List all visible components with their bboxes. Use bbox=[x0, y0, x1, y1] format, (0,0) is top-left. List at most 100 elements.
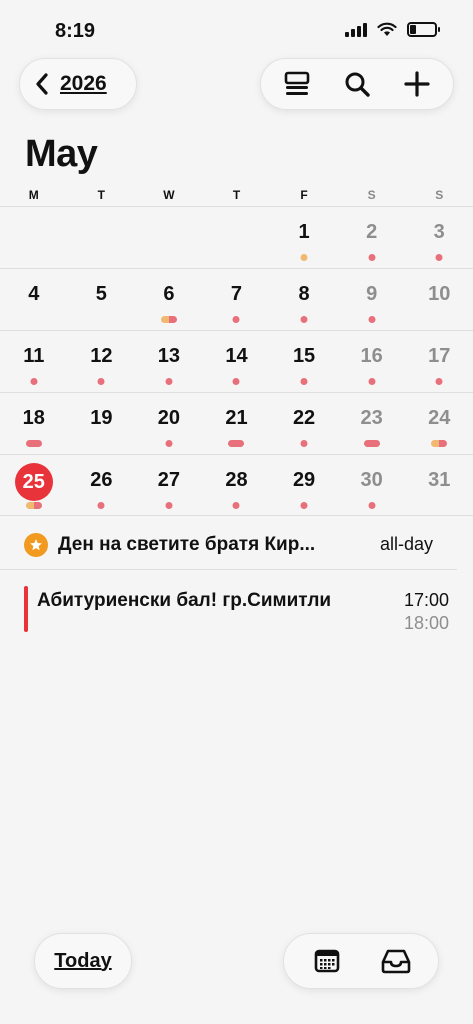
day-cell[interactable]: 27 bbox=[135, 455, 203, 517]
day-cell[interactable]: 20 bbox=[135, 393, 203, 455]
event-indicators bbox=[363, 440, 380, 447]
back-to-year-button[interactable]: 2026 bbox=[19, 58, 137, 110]
day-number: 29 bbox=[292, 469, 316, 491]
event-allday[interactable]: Ден на светите братя Кир... all-day bbox=[0, 520, 457, 570]
day-cell[interactable]: 22 bbox=[270, 393, 338, 455]
day-cell[interactable]: 13 bbox=[135, 331, 203, 393]
empty-day-cell bbox=[0, 207, 68, 269]
event-indicators bbox=[368, 502, 376, 509]
event-indicators bbox=[431, 440, 448, 447]
day-cell[interactable]: 9 bbox=[338, 269, 406, 331]
day-cell[interactable]: 23 bbox=[338, 393, 406, 455]
day-cell[interactable]: 11 bbox=[0, 331, 68, 393]
day-number: 20 bbox=[157, 407, 181, 429]
day-number: 9 bbox=[366, 283, 378, 305]
calendar-grid-icon bbox=[314, 949, 339, 973]
day-cell[interactable]: 29 bbox=[270, 455, 338, 517]
day-cell[interactable]: 5 bbox=[68, 269, 136, 331]
search-button[interactable] bbox=[337, 64, 377, 104]
status-icons bbox=[345, 22, 440, 37]
day-cell[interactable]: 31 bbox=[405, 455, 473, 517]
event-dot bbox=[97, 378, 105, 385]
day-number: 5 bbox=[95, 283, 107, 305]
chevron-left-icon bbox=[36, 73, 48, 95]
list-view-icon bbox=[284, 71, 310, 95]
event-dot bbox=[435, 378, 443, 385]
day-number: 4 bbox=[28, 283, 40, 305]
event-dot bbox=[368, 378, 376, 385]
day-number: 15 bbox=[292, 345, 316, 367]
event-indicators bbox=[300, 316, 308, 323]
toolbar-actions bbox=[260, 58, 454, 110]
event-indicators bbox=[300, 440, 308, 447]
event-dot bbox=[165, 502, 173, 509]
event-start-time: 17:00 bbox=[403, 590, 449, 610]
weekday-label: M bbox=[28, 188, 39, 202]
event-indicators bbox=[368, 254, 376, 261]
event-dot bbox=[368, 316, 376, 323]
event-dot bbox=[368, 502, 376, 509]
day-number: 3 bbox=[433, 221, 445, 243]
event-indicators bbox=[165, 502, 173, 509]
day-cell[interactable]: 2 bbox=[338, 207, 406, 269]
today-button[interactable]: Today bbox=[34, 933, 132, 989]
event-indicators bbox=[97, 378, 105, 385]
weekday-label: T bbox=[232, 188, 241, 202]
day-cell-today[interactable]: 25 bbox=[0, 455, 68, 517]
day-cell[interactable]: 12 bbox=[68, 331, 136, 393]
event-dot bbox=[368, 254, 376, 261]
day-number: 26 bbox=[90, 469, 113, 491]
day-number: 13 bbox=[157, 345, 181, 367]
day-cell[interactable]: 15 bbox=[270, 331, 338, 393]
back-year-label: 2026 bbox=[60, 72, 107, 95]
calendars-button[interactable] bbox=[307, 941, 347, 981]
event-indicators bbox=[97, 502, 105, 509]
day-cell[interactable]: 14 bbox=[203, 331, 271, 393]
list-view-button[interactable] bbox=[277, 64, 317, 104]
status-bar: 8:19 bbox=[0, 0, 473, 60]
day-number: 7 bbox=[230, 283, 243, 305]
day-number: 18 bbox=[22, 407, 45, 429]
day-number: 24 bbox=[428, 407, 451, 429]
day-cell[interactable]: 30 bbox=[338, 455, 406, 517]
day-cell[interactable]: 17 bbox=[405, 331, 473, 393]
empty-day-cell bbox=[203, 207, 271, 269]
week-row: 11 12 13 14 15 16 17 bbox=[0, 330, 473, 392]
day-cell[interactable]: 19 bbox=[68, 393, 136, 455]
event-list: Ден на светите братя Кир... all-day Абит… bbox=[0, 520, 473, 640]
event-timed[interactable]: Абитуриенски бал! гр.Симитли 17:00 18:00 bbox=[0, 570, 473, 640]
event-dot bbox=[165, 378, 173, 385]
day-cell[interactable]: 1 bbox=[270, 207, 338, 269]
day-number: 27 bbox=[157, 469, 181, 491]
day-cell[interactable]: 7 bbox=[203, 269, 271, 331]
day-cell[interactable]: 28 bbox=[203, 455, 271, 517]
day-number: 28 bbox=[225, 469, 248, 491]
event-indicators bbox=[30, 378, 38, 385]
day-cell[interactable]: 6 bbox=[135, 269, 203, 331]
day-number: 25 bbox=[14, 463, 53, 501]
day-number: 17 bbox=[428, 345, 451, 367]
week-row: 4 5 6 7 8 9 10 bbox=[0, 268, 473, 330]
day-cell[interactable]: 16 bbox=[338, 331, 406, 393]
inbox-button[interactable] bbox=[376, 941, 416, 981]
event-dot bbox=[300, 378, 308, 385]
day-cell[interactable]: 18 bbox=[0, 393, 68, 455]
day-cell[interactable]: 10 bbox=[405, 269, 473, 331]
day-number: 21 bbox=[225, 407, 248, 429]
day-number: 12 bbox=[90, 345, 113, 367]
event-bar bbox=[228, 440, 245, 447]
add-event-button[interactable] bbox=[397, 64, 437, 104]
event-bar bbox=[25, 440, 42, 447]
month-calendar-grid: 1 2 3 4 5 6 7 8 9 10 11 12 13 14 15 16 17 18 19 20 21 22 23 24 2… bbox=[0, 206, 473, 516]
day-cell[interactable]: 8 bbox=[270, 269, 338, 331]
weekday-label: T bbox=[97, 188, 106, 202]
day-cell[interactable]: 26 bbox=[68, 455, 136, 517]
day-cell[interactable]: 4 bbox=[0, 269, 68, 331]
weekday-label: W bbox=[163, 188, 175, 202]
inbox-icon bbox=[381, 949, 410, 974]
day-cell[interactable]: 3 bbox=[405, 207, 473, 269]
event-indicators bbox=[232, 378, 240, 385]
event-bar bbox=[363, 440, 380, 447]
day-cell[interactable]: 24 bbox=[405, 393, 473, 455]
day-cell[interactable]: 21 bbox=[203, 393, 271, 455]
